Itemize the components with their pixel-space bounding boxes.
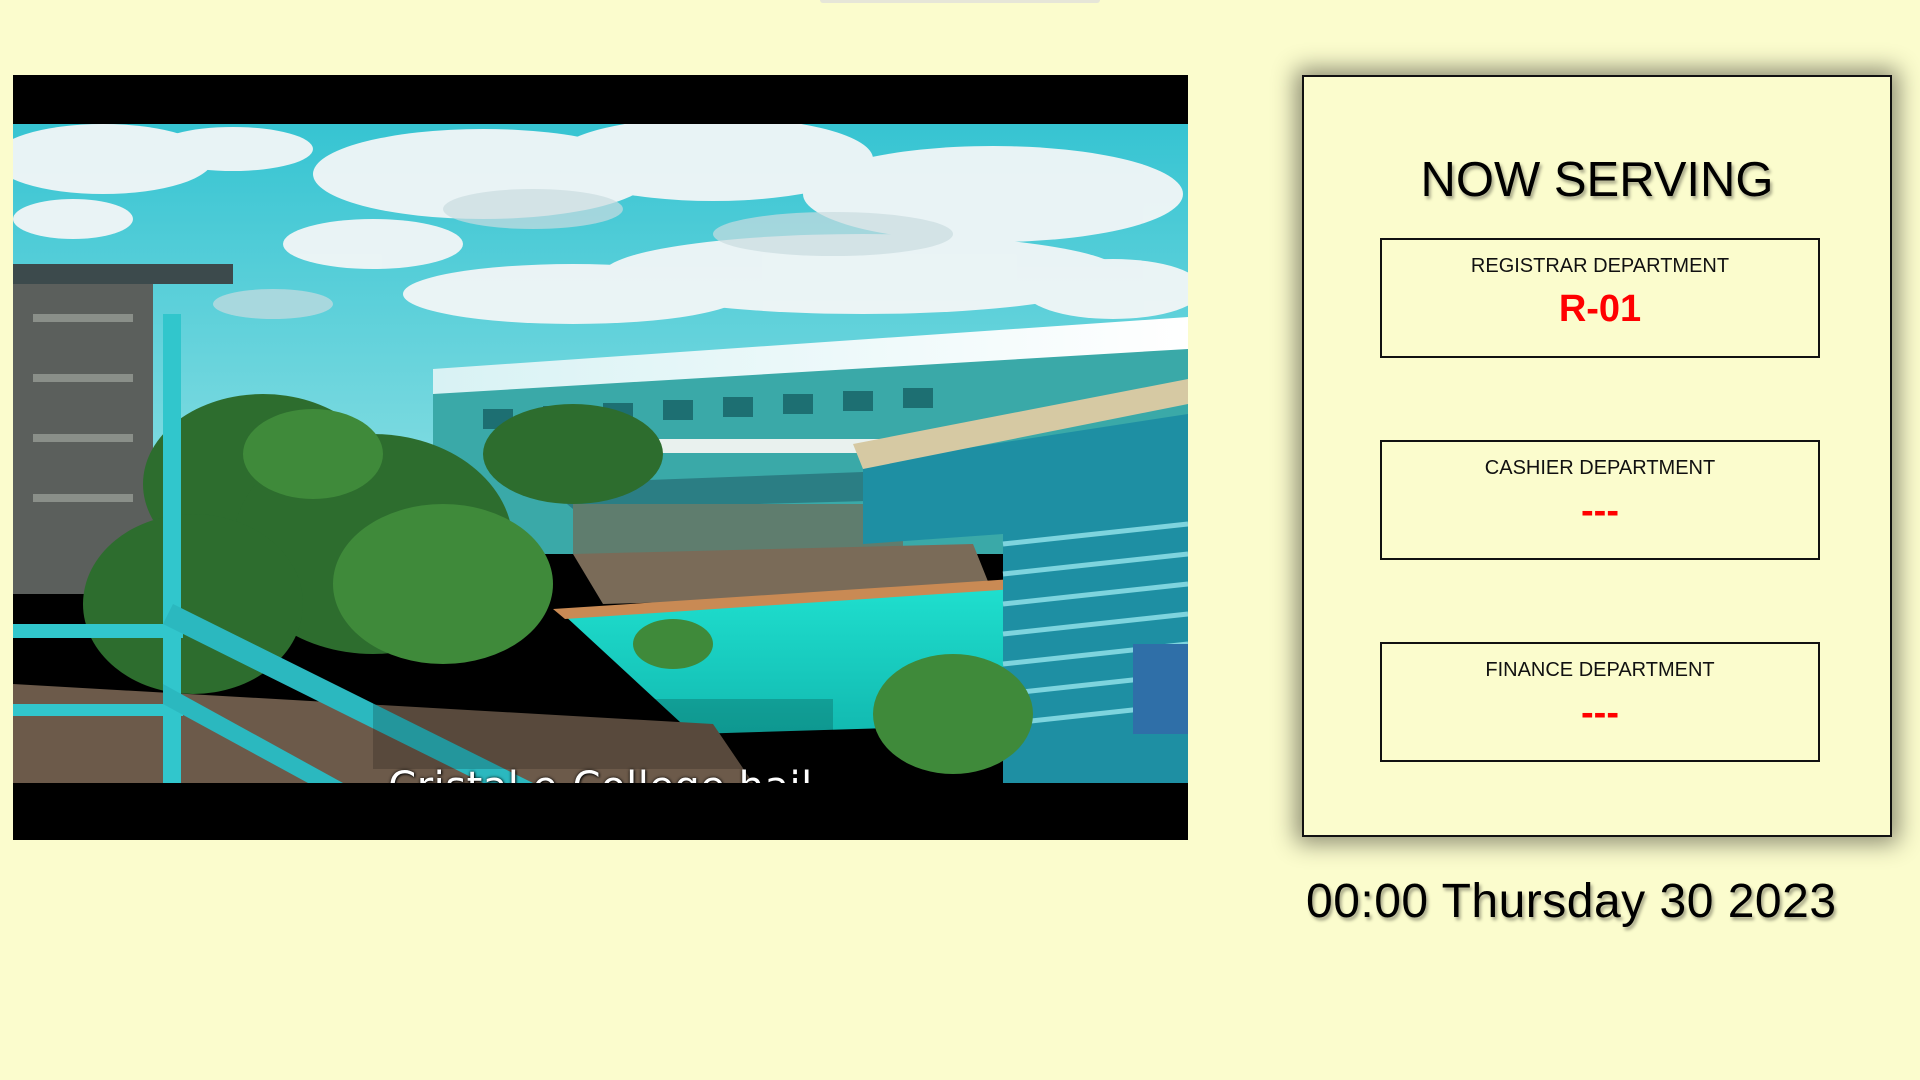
department-name: FINANCE DEPARTMENT [1485, 659, 1715, 681]
video-player[interactable]: Cristal e-College hail [13, 75, 1188, 840]
department-card-finance: FINANCE DEPARTMENT --- [1380, 642, 1820, 762]
department-card-registrar: REGISTRAR DEPARTMENT R-01 [1380, 238, 1820, 358]
video-frame-campus-scene: Cristal e-College hail [13, 124, 1188, 783]
clock-display: 00:00 Thursday 30 2023 [1306, 875, 1837, 928]
serving-number: R-01 [1558, 288, 1642, 330]
video-caption: Cristal e-College hail [13, 764, 1188, 783]
panel-title: NOW SERVING [1420, 153, 1774, 207]
queue-display-page: Cristal e-College hail NOW SERVING REGIS… [0, 0, 1920, 1080]
top-edge-tab [820, 0, 1100, 3]
serving-number: --- [1581, 490, 1619, 532]
serving-number: --- [1581, 692, 1619, 734]
department-name: REGISTRAR DEPARTMENT [1470, 255, 1730, 277]
now-serving-panel: NOW SERVING REGISTRAR DEPARTMENT R-01 CA… [1302, 75, 1892, 837]
department-name: CASHIER DEPARTMENT [1484, 457, 1716, 479]
department-card-cashier: CASHIER DEPARTMENT --- [1380, 440, 1820, 560]
